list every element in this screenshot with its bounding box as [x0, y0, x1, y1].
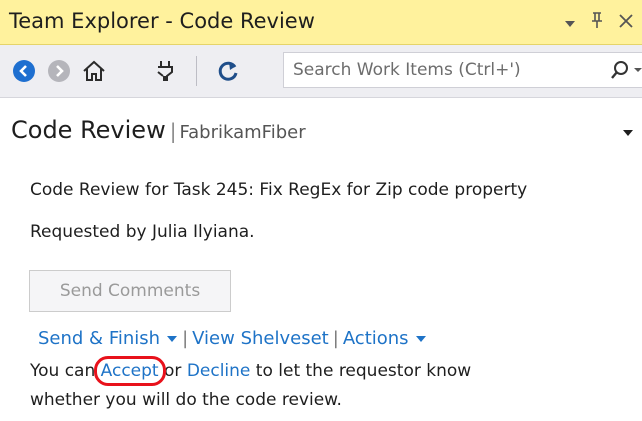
view-shelveset-link[interactable]: View Shelveset: [192, 328, 329, 349]
dropdown-arrow-icon[interactable]: [564, 10, 576, 34]
send-comments-button[interactable]: Send Comments: [29, 270, 231, 312]
actions-menu-label: Actions: [342, 328, 409, 349]
home-icon[interactable]: [81, 58, 107, 84]
review-summary: Code Review for Task 245: Fix RegEx for …: [30, 180, 528, 200]
close-icon[interactable]: [618, 10, 634, 34]
actions-row: Send & Finish | View Shelveset | Actions: [38, 328, 427, 349]
back-icon[interactable]: [11, 58, 37, 84]
refresh-icon[interactable]: [215, 58, 241, 84]
decline-link[interactable]: Decline: [187, 361, 251, 381]
page-header: Code Review | FabrikamFiber: [11, 116, 306, 144]
toolbar-separator: [196, 56, 197, 86]
actions-menu-link[interactable]: Actions: [343, 328, 427, 349]
actions-chevron-icon: [415, 336, 426, 342]
message-prefix: You can: [30, 361, 101, 381]
accept-highlight: Accept: [93, 356, 166, 386]
message-line-2: whether you will do the code review.: [30, 390, 342, 410]
header-separator: |: [169, 119, 177, 143]
search-box: [283, 52, 642, 88]
window-controls: [564, 10, 634, 34]
actions-separator: |: [332, 328, 339, 349]
toolbar: [0, 45, 642, 98]
requested-by: Requested by Julia Ilyiana.: [30, 222, 255, 242]
message-suffix: to let the requestor know: [250, 361, 472, 381]
project-name[interactable]: FabrikamFiber: [179, 122, 305, 143]
accept-decline-message: You can Accept or Decline to let the req…: [30, 356, 472, 386]
chevron-down-icon[interactable]: [622, 123, 634, 136]
send-finish-label: Send & Finish: [38, 328, 161, 349]
pin-icon[interactable]: [590, 10, 604, 34]
forward-icon[interactable]: [46, 58, 72, 84]
title-bar: Team Explorer - Code Review: [0, 0, 642, 45]
window-title: Team Explorer - Code Review: [9, 9, 315, 33]
actions-separator: |: [182, 328, 189, 349]
search-icon[interactable]: [609, 59, 642, 83]
connect-icon[interactable]: [152, 58, 178, 84]
search-input[interactable]: [284, 53, 583, 87]
page-title: Code Review: [11, 116, 166, 144]
highlight-ring: [93, 356, 166, 386]
send-finish-chevron-icon: [167, 336, 178, 342]
send-finish-link[interactable]: Send & Finish: [38, 328, 178, 349]
